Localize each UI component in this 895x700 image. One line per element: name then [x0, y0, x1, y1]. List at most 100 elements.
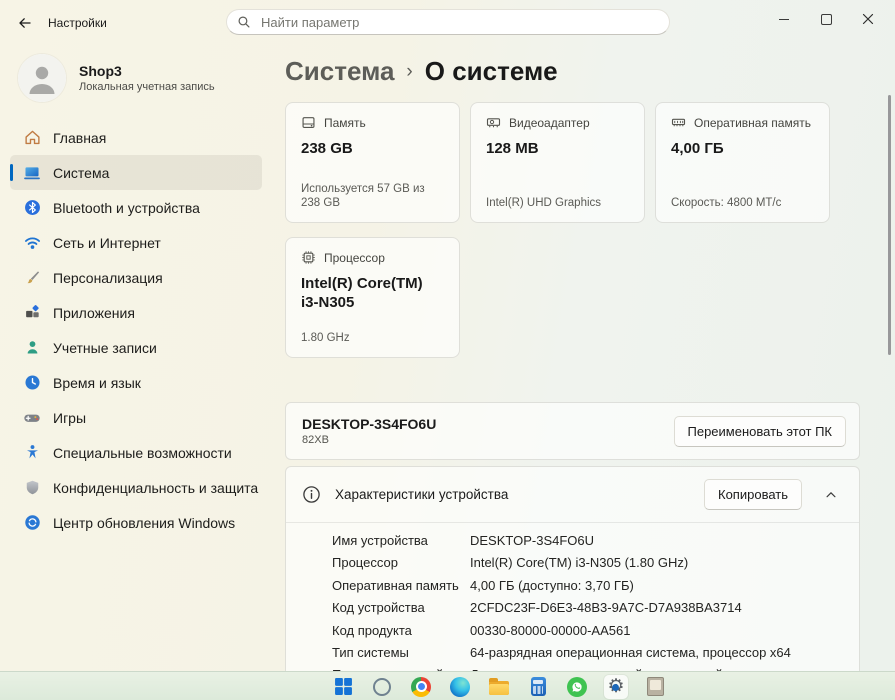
calculator-button[interactable]	[526, 675, 550, 699]
gear-icon: ⚙	[607, 677, 624, 696]
cpu-card-detail: 1.80 GHz	[301, 332, 350, 344]
app-button[interactable]	[643, 675, 667, 699]
person-icon	[23, 339, 41, 357]
chevron-up-icon[interactable]	[816, 488, 846, 502]
minimize-button[interactable]	[763, 4, 805, 34]
system-icon	[23, 164, 41, 182]
storage-icon	[301, 115, 316, 130]
breadcrumb-separator: ›	[406, 61, 413, 82]
sidebar-item-home[interactable]: Главная	[10, 120, 262, 155]
home-icon	[23, 129, 41, 147]
gpu-icon	[486, 115, 501, 130]
gpu-card[interactable]: Видеоадаптер 128 MB Intel(R) UHD Graphic…	[470, 102, 645, 223]
folder-icon	[489, 678, 509, 695]
gpu-card-detail: Intel(R) UHD Graphics	[486, 197, 602, 209]
user-account-type: Локальная учетная запись	[79, 80, 215, 93]
storage-card-value: 238 GB	[301, 140, 353, 157]
gpu-card-value: 128 MB	[486, 140, 539, 157]
sidebar-item-privacy[interactable]: Конфиденциальность и защита	[10, 470, 262, 505]
shield-icon	[23, 479, 41, 497]
storage-card[interactable]: Память 238 GB Используется 57 GB из 238 …	[285, 102, 460, 223]
close-icon	[862, 13, 874, 25]
device-specs-title: Характеристики устройства	[335, 487, 509, 502]
spec-value: 64-разрядная операционная система, проце…	[470, 645, 791, 661]
start-button[interactable]	[331, 675, 355, 699]
sidebar-item-time-language[interactable]: Время и язык	[10, 365, 262, 400]
sidebar-item-label: Система	[53, 164, 110, 181]
maximize-button[interactable]	[805, 4, 847, 34]
sidebar-item-network[interactable]: Сеть и Интернет	[10, 225, 262, 260]
spec-row-device-name: Имя устройства DESKTOP-3S4FO6U	[332, 530, 843, 552]
sidebar: Shop3 Локальная учетная запись Главная С…	[0, 46, 270, 672]
sidebar-item-personalization[interactable]: Персонализация	[10, 260, 262, 295]
taskbar: ⚙	[0, 671, 895, 700]
sidebar-item-label: Специальные возможности	[53, 444, 232, 461]
info-icon	[302, 485, 321, 504]
sidebar-item-bluetooth-devices[interactable]: Bluetooth и устройства	[10, 190, 262, 225]
apps-icon	[23, 304, 41, 322]
sidebar-item-accounts[interactable]: Учетные записи	[10, 330, 262, 365]
app-title: Настройки	[48, 16, 107, 30]
cpu-card-label: Процессор	[324, 250, 385, 265]
sidebar-item-label: Персонализация	[53, 269, 163, 286]
search-icon	[237, 15, 251, 29]
spec-value: 4,00 ГБ (доступно: 3,70 ГБ)	[470, 577, 634, 593]
user-account-block[interactable]: Shop3 Локальная учетная запись	[0, 46, 270, 118]
breadcrumb-system[interactable]: Система	[285, 53, 394, 89]
spec-row-processor: Процессор Intel(R) Core(TM) i3-N305 (1.8…	[332, 552, 843, 574]
chrome-button[interactable]	[409, 675, 433, 699]
spec-value: DESKTOP-3S4FO6U	[470, 533, 595, 548]
spec-value: 2CFDC23F-D6E3-48B3-9A7C-D7A938BA3714	[470, 600, 742, 616]
copy-button[interactable]: Копировать	[704, 479, 802, 510]
device-specs-card: Характеристики устройства Копировать Имя…	[285, 466, 860, 700]
user-info: Shop3 Локальная учетная запись	[79, 63, 215, 94]
spec-label: Код продукта	[332, 622, 412, 638]
device-name: DESKTOP-3S4FO6U	[302, 415, 437, 432]
sidebar-item-label: Главная	[53, 129, 107, 146]
edge-button[interactable]	[448, 675, 472, 699]
close-button[interactable]	[847, 4, 889, 34]
sidebar-item-label: Конфиденциальность и защита	[53, 479, 259, 496]
device-model: 82XB	[302, 433, 329, 446]
whatsapp-button[interactable]	[565, 675, 589, 699]
rename-pc-button[interactable]: Переименовать этот ПК	[673, 415, 846, 447]
device-name-card: DESKTOP-3S4FO6U 82XB Переименовать этот …	[285, 402, 860, 460]
cpu-icon	[301, 250, 316, 265]
device-name-block: DESKTOP-3S4FO6U 82XB	[302, 416, 436, 447]
maximize-icon	[820, 13, 832, 25]
cpu-card[interactable]: Процессор Intel(R) Core(TM) i3-N305 1.80…	[285, 237, 460, 358]
spec-row-system-type: Тип системы 64-разрядная операционная си…	[332, 642, 843, 664]
settings-search-box[interactable]	[226, 9, 670, 35]
sidebar-item-system[interactable]: Система	[10, 155, 262, 190]
device-specs-header[interactable]: Характеристики устройства Копировать	[286, 467, 859, 522]
sidebar-item-accessibility[interactable]: Специальные возможности	[10, 435, 262, 470]
wifi-icon	[23, 234, 41, 252]
spec-row-product-id: Код продукта 00330-80000-00000-AA561	[332, 620, 843, 642]
ram-card[interactable]: Оперативная память 4,00 ГБ Скорость: 480…	[655, 102, 830, 223]
gamepad-icon	[23, 409, 41, 427]
breadcrumb: Система › О системе	[285, 52, 875, 90]
settings-button[interactable]: ⚙	[604, 674, 628, 699]
vertical-scrollbar[interactable]	[888, 95, 891, 355]
sidebar-item-label: Bluetooth и устройства	[53, 199, 200, 216]
sidebar-item-windows-update[interactable]: Центр обновления Windows	[10, 505, 262, 540]
brush-icon	[23, 269, 41, 287]
update-icon	[23, 514, 41, 532]
sidebar-item-label: Приложения	[53, 304, 135, 321]
sidebar-item-games[interactable]: Игры	[10, 400, 262, 435]
spec-label: Имя устройства	[332, 533, 428, 548]
back-button[interactable]	[10, 10, 40, 36]
sidebar-item-label: Игры	[53, 409, 87, 426]
spec-label: Оперативная память	[332, 577, 459, 593]
gpu-card-label: Видеоадаптер	[509, 115, 590, 130]
clock-icon	[23, 374, 41, 392]
taskbar-search-icon	[373, 677, 391, 696]
spec-label: Код устройства	[332, 600, 425, 616]
search-input[interactable]	[259, 13, 659, 31]
sidebar-item-label: Сеть и Интернет	[53, 234, 161, 251]
ram-icon	[671, 115, 686, 130]
file-explorer-button[interactable]	[487, 675, 511, 699]
taskbar-search-button[interactable]	[370, 675, 394, 699]
back-arrow-icon	[17, 15, 33, 31]
sidebar-item-apps[interactable]: Приложения	[10, 295, 262, 330]
